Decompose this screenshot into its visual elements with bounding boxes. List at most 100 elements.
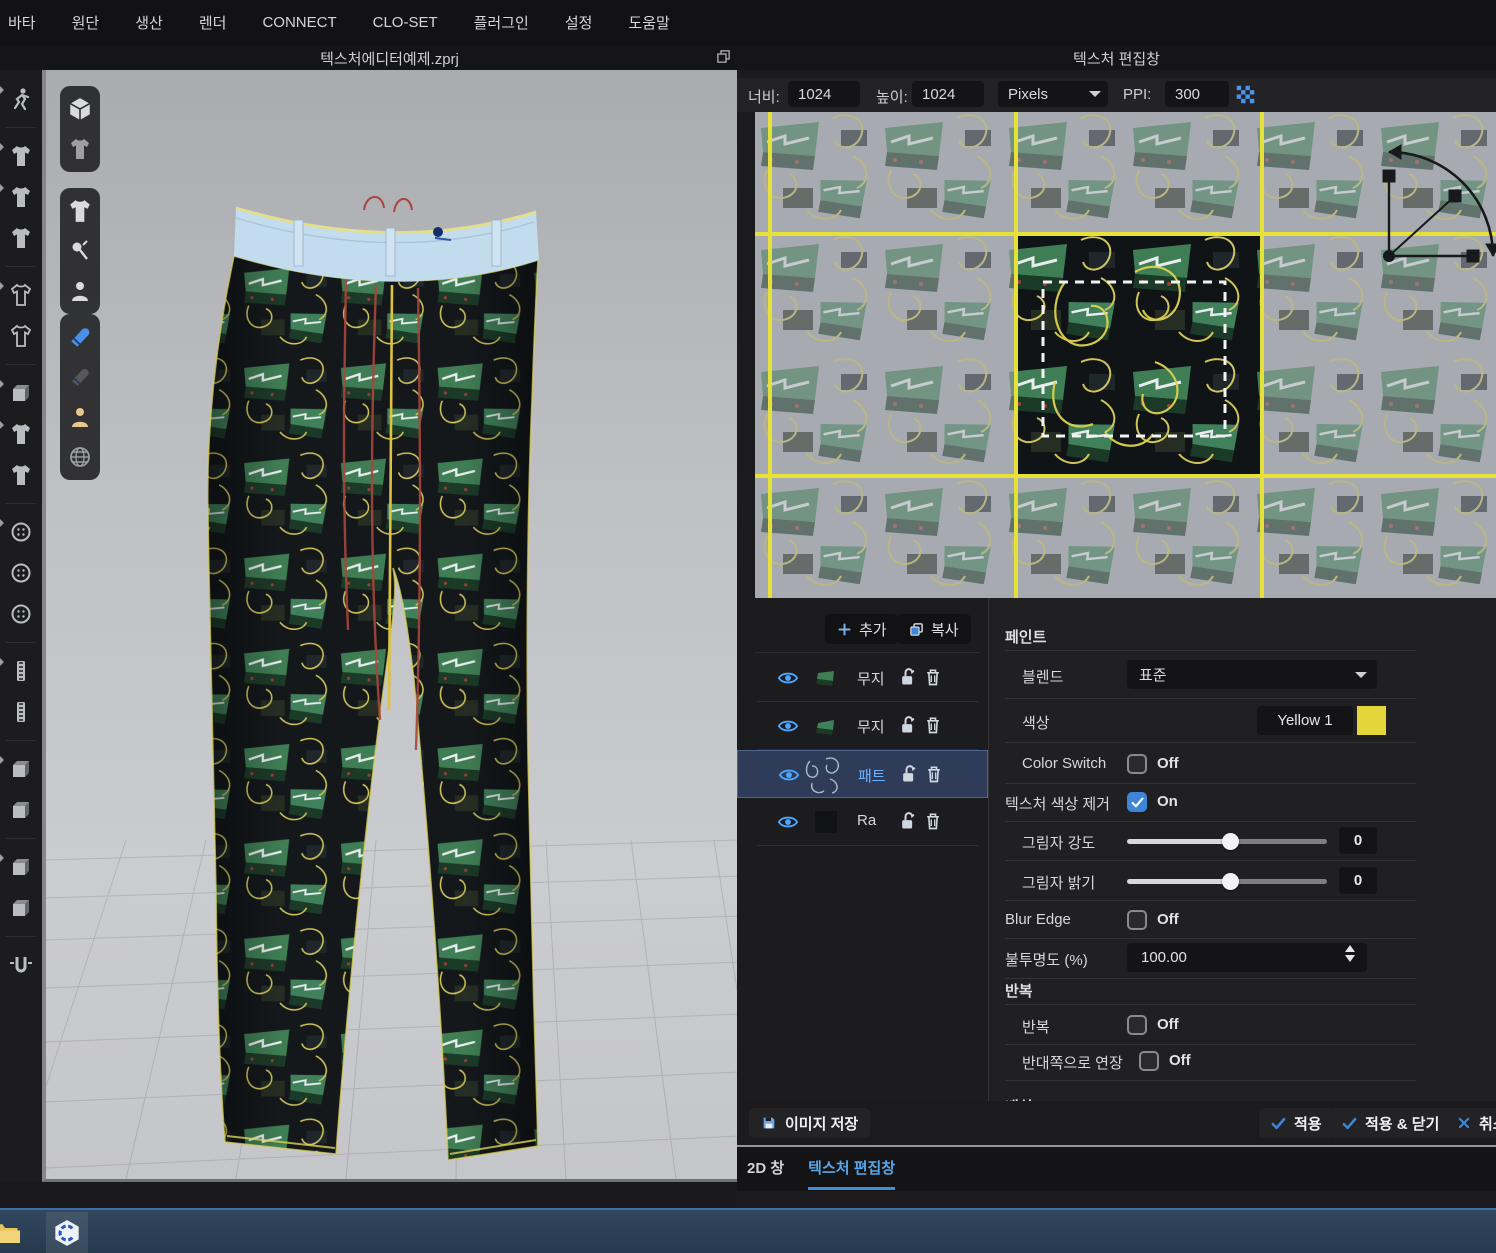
menu-render[interactable]: 렌더 bbox=[199, 12, 227, 33]
tool-sewing-alt-icon[interactable] bbox=[6, 321, 36, 351]
menu-settings[interactable]: 설정 bbox=[565, 12, 593, 33]
show-garment-icon[interactable] bbox=[65, 196, 95, 226]
show-avatar-icon[interactable] bbox=[65, 276, 95, 306]
layer-row[interactable]: 무지 bbox=[737, 654, 988, 702]
color-name-field[interactable]: Yellow 1 bbox=[1257, 706, 1353, 735]
blur-edge-label: Blur Edge bbox=[1005, 911, 1071, 928]
globe-icon[interactable] bbox=[65, 442, 95, 472]
float-window-icon[interactable] bbox=[716, 49, 731, 64]
apply-button[interactable]: 적용 bbox=[1259, 1108, 1334, 1138]
apply-and-close-button[interactable]: 적용 & 닫기 bbox=[1330, 1108, 1451, 1138]
menu-closet[interactable]: CLO-SET bbox=[373, 14, 438, 31]
blend-dropdown[interactable]: 표준 bbox=[1127, 660, 1377, 689]
add-layer-button[interactable]: 추가 bbox=[825, 614, 899, 644]
shadow-intensity-value[interactable]: 0 bbox=[1339, 827, 1377, 854]
transparency-checker-icon[interactable] bbox=[1235, 84, 1256, 105]
layer-row[interactable]: 무지 bbox=[737, 702, 988, 750]
tool-press-icon[interactable] bbox=[6, 950, 36, 980]
extend-opposite-checkbox[interactable] bbox=[1139, 1051, 1159, 1071]
menu-help[interactable]: 도움말 bbox=[628, 12, 669, 33]
layer-row-selected[interactable]: 패트 bbox=[737, 750, 988, 798]
visibility-eye-icon[interactable] bbox=[778, 764, 800, 786]
blur-edge-checkbox[interactable] bbox=[1127, 910, 1147, 930]
save-image-button[interactable]: 이미지 저장 bbox=[749, 1108, 870, 1138]
folder-icon[interactable] bbox=[0, 1218, 20, 1248]
view-cube-icon[interactable] bbox=[65, 94, 95, 124]
tool-simulate-garment-icon[interactable] bbox=[6, 141, 36, 171]
tab-texture-editor[interactable]: 텍스처 편집창 bbox=[808, 1157, 895, 1190]
pin-tool-icon[interactable] bbox=[65, 236, 95, 266]
clo-app-taskbar-button[interactable] bbox=[46, 1212, 88, 1253]
trash-icon[interactable] bbox=[923, 811, 943, 831]
chevron-down-icon bbox=[1355, 672, 1367, 684]
color-switch-checkbox[interactable] bbox=[1127, 754, 1147, 774]
tool-avatar-display-icon[interactable] bbox=[6, 84, 36, 114]
shadow-brightness-slider[interactable] bbox=[1127, 879, 1327, 884]
tool-trim-icon[interactable] bbox=[6, 852, 36, 882]
lock-open-icon[interactable] bbox=[898, 667, 918, 687]
remove-texture-color-checkbox[interactable] bbox=[1127, 792, 1147, 812]
menu-connect[interactable]: CONNECT bbox=[262, 14, 336, 31]
viewport-3d[interactable] bbox=[42, 70, 737, 1182]
tool-buttonhole-icon[interactable] bbox=[6, 599, 36, 629]
layer-row[interactable]: Ra bbox=[737, 798, 988, 846]
paint-section-title: 페인트 bbox=[1005, 626, 1046, 647]
layer-name: 무지 bbox=[857, 668, 885, 689]
repeat-checkbox[interactable] bbox=[1127, 1015, 1147, 1035]
tool-dissolve-garment-icon[interactable] bbox=[6, 378, 36, 408]
remove-texture-color-label: 텍스처 색상 제거 bbox=[1005, 793, 1110, 814]
tool-fabric-alt-icon[interactable] bbox=[6, 795, 36, 825]
texture-canvas[interactable] bbox=[755, 112, 1496, 598]
copy-layer-button[interactable]: 복사 bbox=[897, 614, 971, 644]
tool-button-alt-icon[interactable] bbox=[6, 558, 36, 588]
ppi-input[interactable]: 300 bbox=[1165, 81, 1229, 107]
tab-2d-window[interactable]: 2D 창 bbox=[747, 1157, 784, 1187]
slider-handle[interactable] bbox=[1222, 873, 1239, 890]
tool-zipper-icon[interactable] bbox=[6, 656, 36, 686]
tool-button-icon[interactable] bbox=[6, 517, 36, 547]
tool-sewing-icon[interactable] bbox=[6, 280, 36, 310]
opacity-input[interactable]: 100.00 bbox=[1127, 943, 1367, 972]
trash-icon[interactable] bbox=[924, 764, 944, 784]
menu-plugin[interactable]: 플러그인 bbox=[474, 12, 529, 33]
visibility-eye-icon[interactable] bbox=[777, 667, 799, 689]
cancel-button[interactable]: 취소 bbox=[1445, 1108, 1496, 1138]
trash-icon[interactable] bbox=[923, 715, 943, 735]
tool-garment-move-icon[interactable] bbox=[6, 182, 36, 212]
shadow-brightness-value[interactable]: 0 bbox=[1339, 867, 1377, 894]
chevron-down-icon bbox=[1089, 91, 1101, 103]
tool-texture-shirt-alt-icon[interactable] bbox=[6, 460, 36, 490]
width-input[interactable]: 1024 bbox=[788, 81, 860, 107]
avatar-bust-icon[interactable] bbox=[65, 402, 95, 432]
tool-trim-alt-icon[interactable] bbox=[6, 893, 36, 923]
layer-thumbnail bbox=[815, 667, 837, 689]
tool-garment-pin-icon[interactable] bbox=[6, 223, 36, 253]
menu-production[interactable]: 생산 bbox=[135, 12, 163, 33]
slider-handle[interactable] bbox=[1222, 833, 1239, 850]
spinner-arrows-icon[interactable] bbox=[1345, 945, 1355, 962]
eraser-alt-icon[interactable] bbox=[65, 362, 95, 392]
tool-fabric-icon[interactable] bbox=[6, 754, 36, 784]
layer-thumbnail bbox=[815, 715, 837, 737]
trash-icon[interactable] bbox=[923, 667, 943, 687]
color-switch-state: Off bbox=[1157, 755, 1179, 772]
lock-open-icon[interactable] bbox=[898, 811, 918, 831]
shadow-intensity-slider[interactable] bbox=[1127, 839, 1327, 844]
lock-open-icon[interactable] bbox=[898, 715, 918, 735]
visibility-eye-icon[interactable] bbox=[777, 811, 799, 833]
width-label: 너비: bbox=[748, 86, 780, 107]
visibility-eye-icon[interactable] bbox=[777, 715, 799, 737]
tool-texture-shirt-icon[interactable] bbox=[6, 419, 36, 449]
menu-avatar[interactable]: 바타 bbox=[8, 12, 36, 33]
texture-eraser-icon[interactable] bbox=[65, 322, 95, 352]
copy-icon bbox=[909, 622, 924, 637]
color-swatch[interactable] bbox=[1357, 706, 1386, 735]
height-input[interactable]: 1024 bbox=[912, 81, 984, 107]
lock-open-icon[interactable] bbox=[899, 764, 919, 784]
garment-fit-icon[interactable] bbox=[65, 134, 95, 164]
menu-fabric[interactable]: 원단 bbox=[72, 12, 100, 33]
bottom-filler bbox=[0, 1182, 737, 1208]
tool-zipper-alt-icon[interactable] bbox=[6, 697, 36, 727]
clo-logo-icon bbox=[53, 1219, 81, 1247]
texture-editor-panel: 너비: 1024 높이: 1024 Pixels PPI: 300 bbox=[737, 70, 1496, 1208]
